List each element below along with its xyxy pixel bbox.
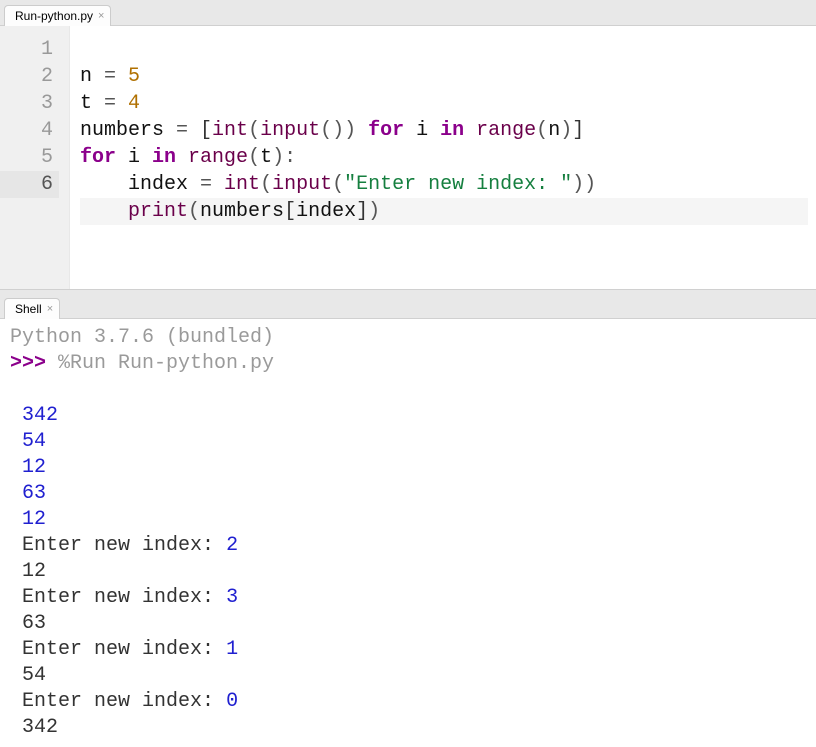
editor-tab-bar: Run-python.py × (0, 0, 816, 26)
code-line: numbers = [int(input()) for i in range(n… (80, 117, 808, 144)
code-area[interactable]: n = 5t = 4numbers = [int(input()) for i … (70, 26, 816, 289)
editor-tab[interactable]: Run-python.py × (4, 5, 111, 26)
line-number-gutter: 1 2 3 4 5 6 (0, 26, 70, 289)
line-number: 4 (0, 117, 59, 144)
code-editor[interactable]: 1 2 3 4 5 6 n = 5t = 4numbers = [int(inp… (0, 26, 816, 289)
close-icon[interactable]: × (47, 304, 53, 315)
line-number: 1 (0, 36, 59, 63)
close-icon[interactable]: × (98, 11, 104, 22)
shell-run-command: %Run Run-python.py (58, 352, 274, 375)
shell-tab-bar: Shell × (0, 293, 816, 319)
code-line: t = 4 (80, 90, 808, 117)
code-line: print(numbers[index]) (80, 198, 808, 225)
shell-banner: Python 3.7.6 (bundled) (10, 326, 274, 349)
code-line: index = int(input("Enter new index: ")) (80, 171, 808, 198)
shell-tab-label: Shell (15, 302, 42, 316)
line-number: 2 (0, 63, 59, 90)
line-number: 3 (0, 90, 59, 117)
code-line: for i in range(t): (80, 144, 808, 171)
shell-io-lines: 342 54 12 63 12 Enter new index: 2 12 En… (10, 404, 238, 739)
line-number: 5 (0, 144, 59, 171)
editor-tab-label: Run-python.py (15, 9, 93, 23)
line-number: 6 (0, 171, 59, 198)
shell-tab[interactable]: Shell × (4, 298, 60, 319)
shell-output[interactable]: Python 3.7.6 (bundled) >>> %Run Run-pyth… (0, 319, 816, 747)
shell-prompt: >>> (10, 352, 58, 375)
code-line: n = 5 (80, 63, 808, 90)
